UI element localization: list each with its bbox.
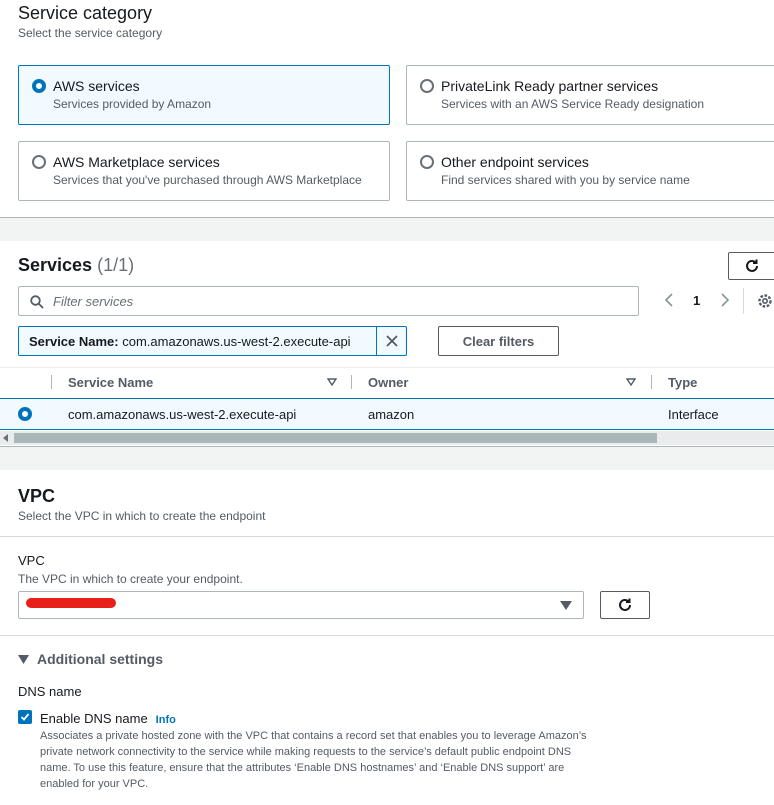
radio-aws-marketplace[interactable] [32,155,46,169]
table-top-border [0,367,774,368]
cell-owner: amazon [368,407,415,422]
tile-description: Services with an AWS Service Ready desig… [441,97,705,111]
refresh-icon [619,598,631,611]
radio-aws-services[interactable] [32,79,46,93]
additional-settings-label: Additional settings [37,651,163,667]
caret-down-icon [18,654,29,664]
tile-description: Services that you've purchased through A… [53,173,362,187]
search-placeholder: Filter services [53,294,134,309]
vpc-field-description: The VPC in which to create your endpoint… [18,572,243,586]
sort-caret-down-icon[interactable] [626,378,636,386]
clear-filters-button[interactable]: Clear filters [438,326,559,356]
table-row[interactable]: com.amazonaws.us-west-2.execute-api amaz… [0,398,774,430]
column-header-type[interactable]: Type [668,375,697,390]
column-header-service-name[interactable]: Service Name [68,375,153,390]
redacted-vpc-value [26,598,116,608]
remove-filter-button[interactable] [376,327,406,355]
additional-settings-toggle[interactable]: Additional settings [18,651,163,667]
filter-services-input[interactable]: Filter services [18,286,639,316]
tile-label: PrivateLink Ready partner services [441,78,659,94]
row-radio[interactable] [18,407,32,421]
service-category-title: Service category [18,3,153,23]
info-link[interactable]: Info [156,714,176,726]
tile-label: AWS Marketplace services [53,154,220,170]
tile-aws-services[interactable]: AWS services Services provided by Amazon [18,65,390,125]
page-number[interactable]: 1 [693,293,700,308]
header-separator [651,375,652,389]
divider [0,536,774,537]
header-separator [351,375,352,389]
refresh-services-button[interactable] [728,252,774,280]
radio-privatelink-ready[interactable] [420,79,434,93]
services-title: Services (1/1) [18,255,135,275]
enable-dns-row: Enable DNS name Info [40,710,176,728]
tile-privatelink-ready[interactable]: PrivateLink Ready partner services Servi… [406,65,774,125]
caret-down-icon [560,601,572,610]
tile-aws-marketplace[interactable]: AWS Marketplace services Services that y… [18,141,390,201]
sort-caret-down-icon[interactable] [327,378,337,386]
section-separator [0,217,774,241]
search-icon [30,295,44,309]
filter-token-key: Service Name: [29,334,119,349]
refresh-icon [746,259,758,272]
dns-name-group-label: DNS name [18,684,82,699]
section-separator [0,446,774,470]
tile-other-endpoint[interactable]: Other endpoint services Find services sh… [406,141,774,201]
cell-type: Interface [668,407,719,422]
radio-other-endpoint[interactable] [420,155,434,169]
scroll-left-arrow-icon[interactable] [3,434,9,442]
vpc-section-title: VPC [18,486,56,506]
scrollbar-thumb[interactable] [14,433,657,443]
next-page-icon[interactable] [720,293,730,307]
service-category-description: Select the service category [18,26,163,40]
pagination-divider [743,288,744,314]
enable-dns-checkbox[interactable] [18,710,32,724]
horizontal-scrollbar[interactable] [0,431,774,445]
tile-label: Other endpoint services [441,154,589,170]
enable-dns-label[interactable]: Enable DNS name [40,711,148,726]
filter-token: Service Name: com.amazonaws.us-west-2.ex… [18,326,407,356]
column-header-owner[interactable]: Owner [368,375,408,390]
filter-token-value: com.amazonaws.us-west-2.execute-api [122,334,351,349]
vpc-field-label: VPC [18,553,45,568]
checkmark-icon [20,713,30,721]
tile-description: Services provided by Amazon [53,97,212,111]
header-separator [51,375,52,389]
services-count: (1/1) [97,255,135,275]
refresh-vpc-button[interactable] [600,591,650,619]
settings-gear-icon[interactable] [756,292,774,310]
previous-page-icon[interactable] [664,293,674,307]
dns-description: Associates a private hosted zone with th… [40,730,587,790]
divider [0,635,774,636]
tile-label: AWS services [53,78,140,94]
vpc-section-description: Select the VPC in which to create the en… [18,509,266,523]
tile-description: Find services shared with you by service… [441,173,690,187]
vpc-select[interactable] [18,591,584,619]
close-icon [385,335,398,347]
cell-service-name: com.amazonaws.us-west-2.execute-api [68,407,297,422]
